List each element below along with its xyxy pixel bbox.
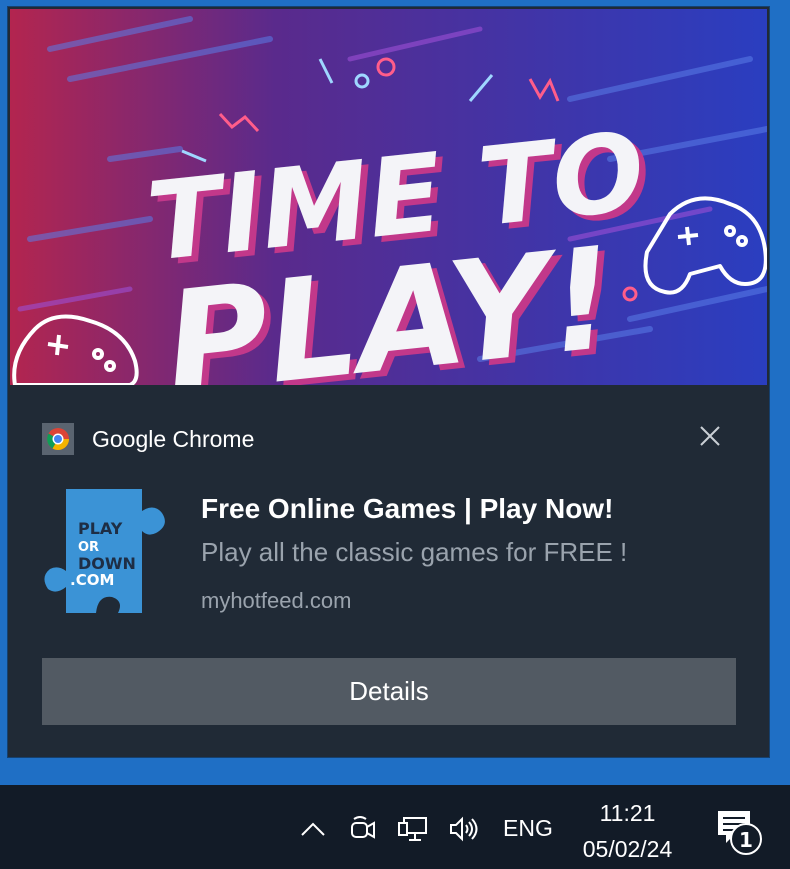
notification-attribution: myhotfeed.com [201,588,352,613]
action-center-icon[interactable]: 1 [712,805,768,861]
chrome-icon [42,423,74,455]
clock-date: 05/02/24 [582,836,673,862]
notification-title: Free Online Games | Play Now! [201,493,614,524]
notification-count-badge: 1 [739,828,753,852]
details-button[interactable]: Details [42,658,736,725]
network-icon[interactable] [398,815,428,843]
notification-app-name: Google Chrome [92,425,255,452]
puzzle-piece-icon: PLAY OR DOWN .COM [44,489,165,613]
clock[interactable]: 11:21 05/02/24 [570,795,685,867]
chrome-notification-toast[interactable]: TIME TO TIME TO PLAY! PLAY! Google Chrom… [8,7,769,757]
clock-time: 11:21 [599,800,656,826]
app-icon-line4: .COM [70,571,114,589]
notification-body: Play all the classic games for FREE ! [201,537,628,567]
app-icon-line2: OR [78,540,99,555]
app-icon: PLAY OR DOWN .COM [42,489,174,621]
close-icon[interactable] [698,424,722,448]
hero-banner-image: TIME TO TIME TO PLAY! PLAY! [10,9,767,385]
chevron-up-icon[interactable] [298,815,328,843]
volume-icon[interactable] [448,815,478,843]
input-language-indicator[interactable]: ENG [503,815,553,842]
meet-now-icon[interactable] [348,815,378,843]
taskbar: ENG 11:21 05/02/24 1 [0,785,790,869]
app-icon-line1: PLAY [78,519,123,538]
